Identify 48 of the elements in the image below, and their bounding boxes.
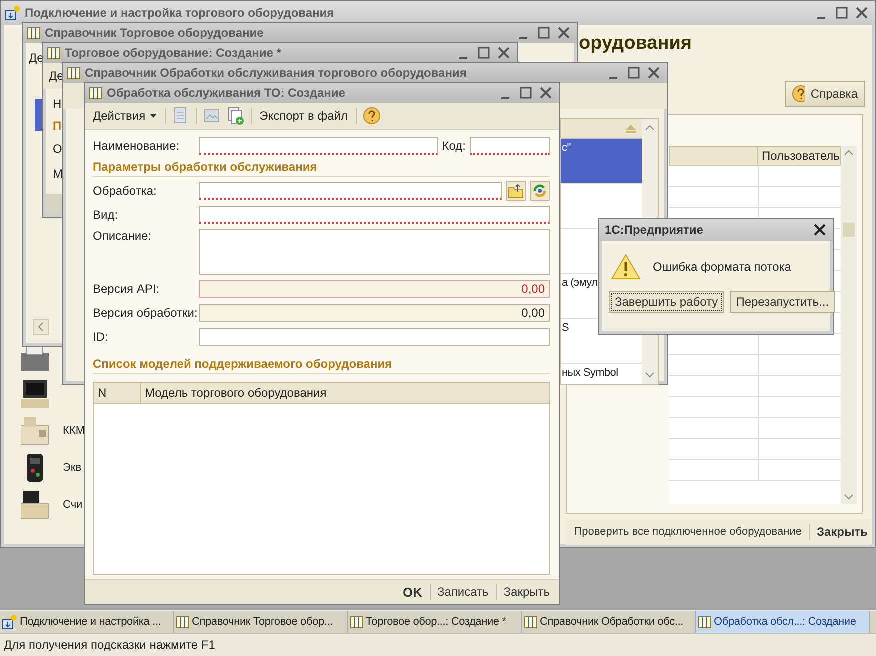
window-title: Справочник Обработки обслуживания торгового оборудования: [85, 66, 468, 80]
input-field[interactable]: 0,00: [199, 280, 550, 298]
field-label: Версия обработки:: [93, 306, 195, 320]
field-label: Код:: [442, 139, 466, 153]
window-title: Обработка обслуживания ТО: Создание: [107, 86, 346, 100]
page-heading: орудования: [579, 33, 692, 55]
dialog-button[interactable]: Перезапустить...: [730, 291, 836, 313]
help-button[interactable]: Справка: [785, 81, 865, 107]
section-heading: Список моделей поддерживаемого оборудования: [93, 357, 550, 374]
column-header: Пользователь: [758, 146, 841, 166]
taskbar-label: Справочник Торговое обор...: [192, 616, 333, 628]
actions-menu[interactable]: Действия: [91, 109, 159, 123]
dialog-button[interactable]: Завершить работу: [609, 291, 724, 313]
footer-button[interactable]: Проверить все подключенное оборудование: [571, 524, 805, 540]
taskbar-label: Подключение и настройка ...: [20, 616, 162, 628]
device-label[interactable]: Счи: [63, 499, 83, 511]
window-title: Подключение и настройка торгового оборудования: [25, 6, 336, 20]
taskbar-label: Обработка обсл...: Создание: [714, 616, 856, 628]
window-title: Справочник Торговое оборудование: [45, 26, 265, 40]
form-button[interactable]: Закрыть: [500, 583, 553, 601]
device-label[interactable]: ККМ: [63, 425, 85, 437]
field-label: О: [53, 142, 62, 156]
field-label: Версия API:: [93, 282, 161, 296]
field-label: ID:: [93, 330, 110, 344]
input-field[interactable]: 0,00: [199, 304, 550, 322]
window-title: Торговое оборудование: Создание *: [65, 46, 282, 60]
taskbar-label: Торговое обор...: Создание *: [366, 616, 506, 628]
dialog-title: 1С:Предприятие: [605, 223, 704, 237]
list-row[interactable]: с": [561, 139, 642, 184]
field-label: М: [53, 167, 63, 181]
taskbar-label: Справочник Обработки обс...: [540, 616, 684, 628]
device-label[interactable]: Экв: [63, 462, 82, 474]
taskbar-item[interactable]: Обработка обсл...: Создание: [696, 611, 870, 633]
column-header: N: [94, 383, 141, 403]
section-heading: Параметры обработки обслуживания: [93, 160, 550, 177]
field-label: Наименование:: [93, 139, 181, 153]
field-label: Вид:: [93, 208, 120, 222]
error-message: Ошибка формата потока: [653, 260, 792, 274]
column-header: Модель торгового оборудования: [144, 385, 328, 402]
section-heading: П: [53, 119, 62, 133]
field-label: Н: [53, 97, 62, 111]
footer-button[interactable]: Закрыть: [814, 523, 871, 541]
form-button[interactable]: Записать: [434, 583, 492, 601]
export-button[interactable]: Экспорт в файл: [258, 109, 350, 123]
field-label: Обработка:: [93, 184, 158, 198]
field-label: Описание:: [93, 229, 153, 243]
form-button[interactable]: OK: [400, 582, 426, 602]
status-bar: Для получения подсказки нажмите F1: [0, 633, 876, 656]
